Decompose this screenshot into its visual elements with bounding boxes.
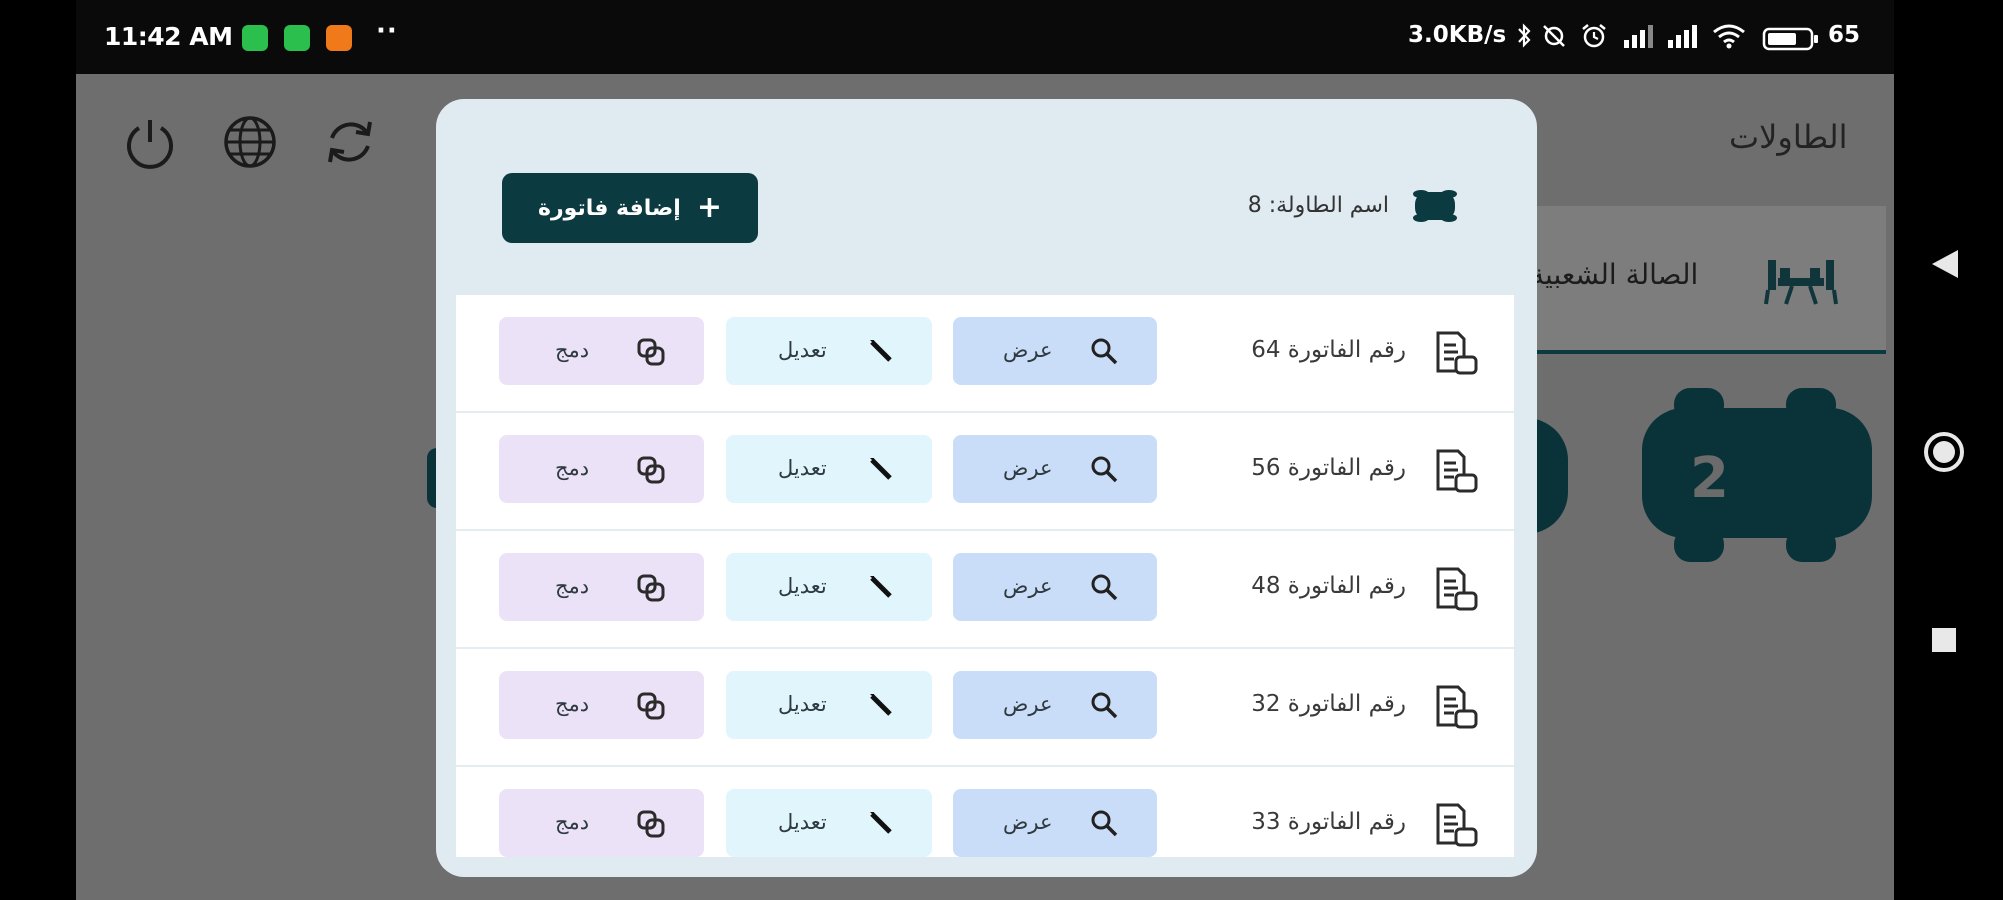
view-label: عرض <box>1003 339 1053 362</box>
invoice-icon <box>1432 331 1480 381</box>
edit-invoice-button[interactable]: تعديل <box>726 789 932 857</box>
view-invoice-button[interactable]: عرض <box>953 789 1157 857</box>
view-invoice-button[interactable]: عرض <box>953 671 1157 739</box>
merge-icon <box>635 454 667 489</box>
invoice-number-label: رقم الفاتورة 64 <box>1251 337 1406 363</box>
merge-icon <box>635 690 667 725</box>
navigation-bar <box>1894 0 2003 900</box>
view-invoice-button[interactable]: عرض <box>953 553 1157 621</box>
merge-invoice-button[interactable]: دمج <box>499 671 704 739</box>
mute-icon <box>1543 25 1565 47</box>
power-icon[interactable] <box>120 112 180 172</box>
invoice-list[interactable]: رقم الفاتورة 64 عرض تعديل دمج رقم الفاتورة 5… <box>456 295 1514 857</box>
phone-screen: 11:42 AM ·· 3.0KB/s 65 الطاولات الصالة ا… <box>0 0 2003 900</box>
edit-invoice-button[interactable]: تعديل <box>726 317 932 385</box>
view-label: عرض <box>1003 457 1053 480</box>
edit-invoice-button[interactable]: تعديل <box>726 435 932 503</box>
merge-invoice-button[interactable]: دمج <box>499 317 704 385</box>
edit-invoice-button[interactable]: تعديل <box>726 671 932 739</box>
pencil-icon <box>866 808 896 841</box>
table-row: رقم الفاتورة 33 عرض تعديل دمج <box>456 767 1514 857</box>
search-icon <box>1089 572 1119 605</box>
merge-invoice-button[interactable]: دمج <box>499 553 704 621</box>
plus-icon: + <box>696 190 722 225</box>
search-icon <box>1089 454 1119 487</box>
merge-invoice-button[interactable]: دمج <box>499 789 704 857</box>
merge-label: دمج <box>555 339 590 362</box>
view-invoice-button[interactable]: عرض <box>953 317 1157 385</box>
language-globe-icon[interactable] <box>220 112 280 172</box>
edit-label: تعديل <box>778 339 827 362</box>
back-icon[interactable] <box>1930 248 1960 280</box>
merge-icon <box>635 572 667 607</box>
bluetooth-icon <box>1518 23 1531 48</box>
wifi-icon <box>1713 24 1745 49</box>
pencil-icon <box>866 572 896 605</box>
page-title: الطاولات <box>1729 118 1848 156</box>
merge-label: دمج <box>555 575 590 598</box>
whatsapp-business-icon <box>284 25 310 51</box>
app-notification-icon <box>326 25 352 51</box>
battery-icon <box>1762 27 1818 51</box>
table-name-text: اسم الطاولة: 8 <box>1247 193 1389 218</box>
dining-table-icon <box>1764 260 1838 305</box>
refresh-icon[interactable] <box>320 112 380 172</box>
invoice-number-label: رقم الفاتورة 32 <box>1251 691 1406 717</box>
search-icon <box>1089 690 1119 723</box>
add-invoice-button[interactable]: إضافة فاتورة + <box>502 173 758 243</box>
search-icon <box>1089 808 1119 841</box>
table-row: رقم الفاتورة 48 عرض تعديل دمج <box>456 531 1514 649</box>
invoice-number-label: رقم الفاتورة 48 <box>1251 573 1406 599</box>
merge-icon <box>635 336 667 371</box>
view-invoice-button[interactable]: عرض <box>953 435 1157 503</box>
view-label: عرض <box>1003 693 1053 716</box>
invoice-number-label: رقم الفاتورة 33 <box>1251 809 1406 835</box>
invoice-icon <box>1432 803 1480 853</box>
invoice-number-label: رقم الفاتورة 56 <box>1251 455 1406 481</box>
invoice-icon <box>1432 685 1480 735</box>
invoices-modal: إضافة فاتورة + اسم الطاولة: 8 رقم الفاتو… <box>436 99 1537 877</box>
battery-percent: 65 <box>1828 22 1861 48</box>
table-row: رقم الفاتورة 56 عرض تعديل دمج <box>456 413 1514 531</box>
hall-tab-label: الصالة الشعبية <box>1530 258 1699 291</box>
merge-label: دمج <box>555 693 590 716</box>
edit-label: تعديل <box>778 457 827 480</box>
more-notifications-icon: ·· <box>376 16 398 46</box>
invoice-icon <box>1432 567 1480 617</box>
whatsapp-icon <box>242 25 268 51</box>
status-bar: 11:42 AM ·· 3.0KB/s 65 <box>76 0 1894 74</box>
recents-icon[interactable] <box>1930 626 1958 654</box>
pencil-icon <box>866 690 896 723</box>
merge-label: دمج <box>555 457 590 480</box>
pencil-icon <box>866 336 896 369</box>
edit-invoice-button[interactable]: تعديل <box>726 553 932 621</box>
merge-label: دمج <box>555 811 590 834</box>
view-label: عرض <box>1003 575 1053 598</box>
table-number: 2 <box>1690 446 1729 511</box>
home-icon[interactable] <box>1922 430 1966 474</box>
pencil-icon <box>866 454 896 487</box>
view-label: عرض <box>1003 811 1053 834</box>
table-row: رقم الفاتورة 32 عرض تعديل دمج <box>456 649 1514 767</box>
status-time: 11:42 AM <box>104 22 233 51</box>
edit-label: تعديل <box>778 693 827 716</box>
invoice-icon <box>1432 449 1480 499</box>
table-row: رقم الفاتورة 64 عرض تعديل دمج <box>456 295 1514 413</box>
table-card[interactable] <box>1642 408 1872 538</box>
edit-label: تعديل <box>778 575 827 598</box>
edit-label: تعديل <box>778 811 827 834</box>
table-icon <box>1413 190 1457 222</box>
merge-icon <box>635 808 667 843</box>
network-speed: 3.0KB/s <box>1408 22 1507 48</box>
add-invoice-label: إضافة فاتورة <box>538 195 681 221</box>
signal-icon <box>1624 25 1653 48</box>
alarm-icon <box>1582 24 1606 48</box>
merge-invoice-button[interactable]: دمج <box>499 435 704 503</box>
search-icon <box>1089 336 1119 369</box>
signal-2-icon <box>1668 25 1697 48</box>
